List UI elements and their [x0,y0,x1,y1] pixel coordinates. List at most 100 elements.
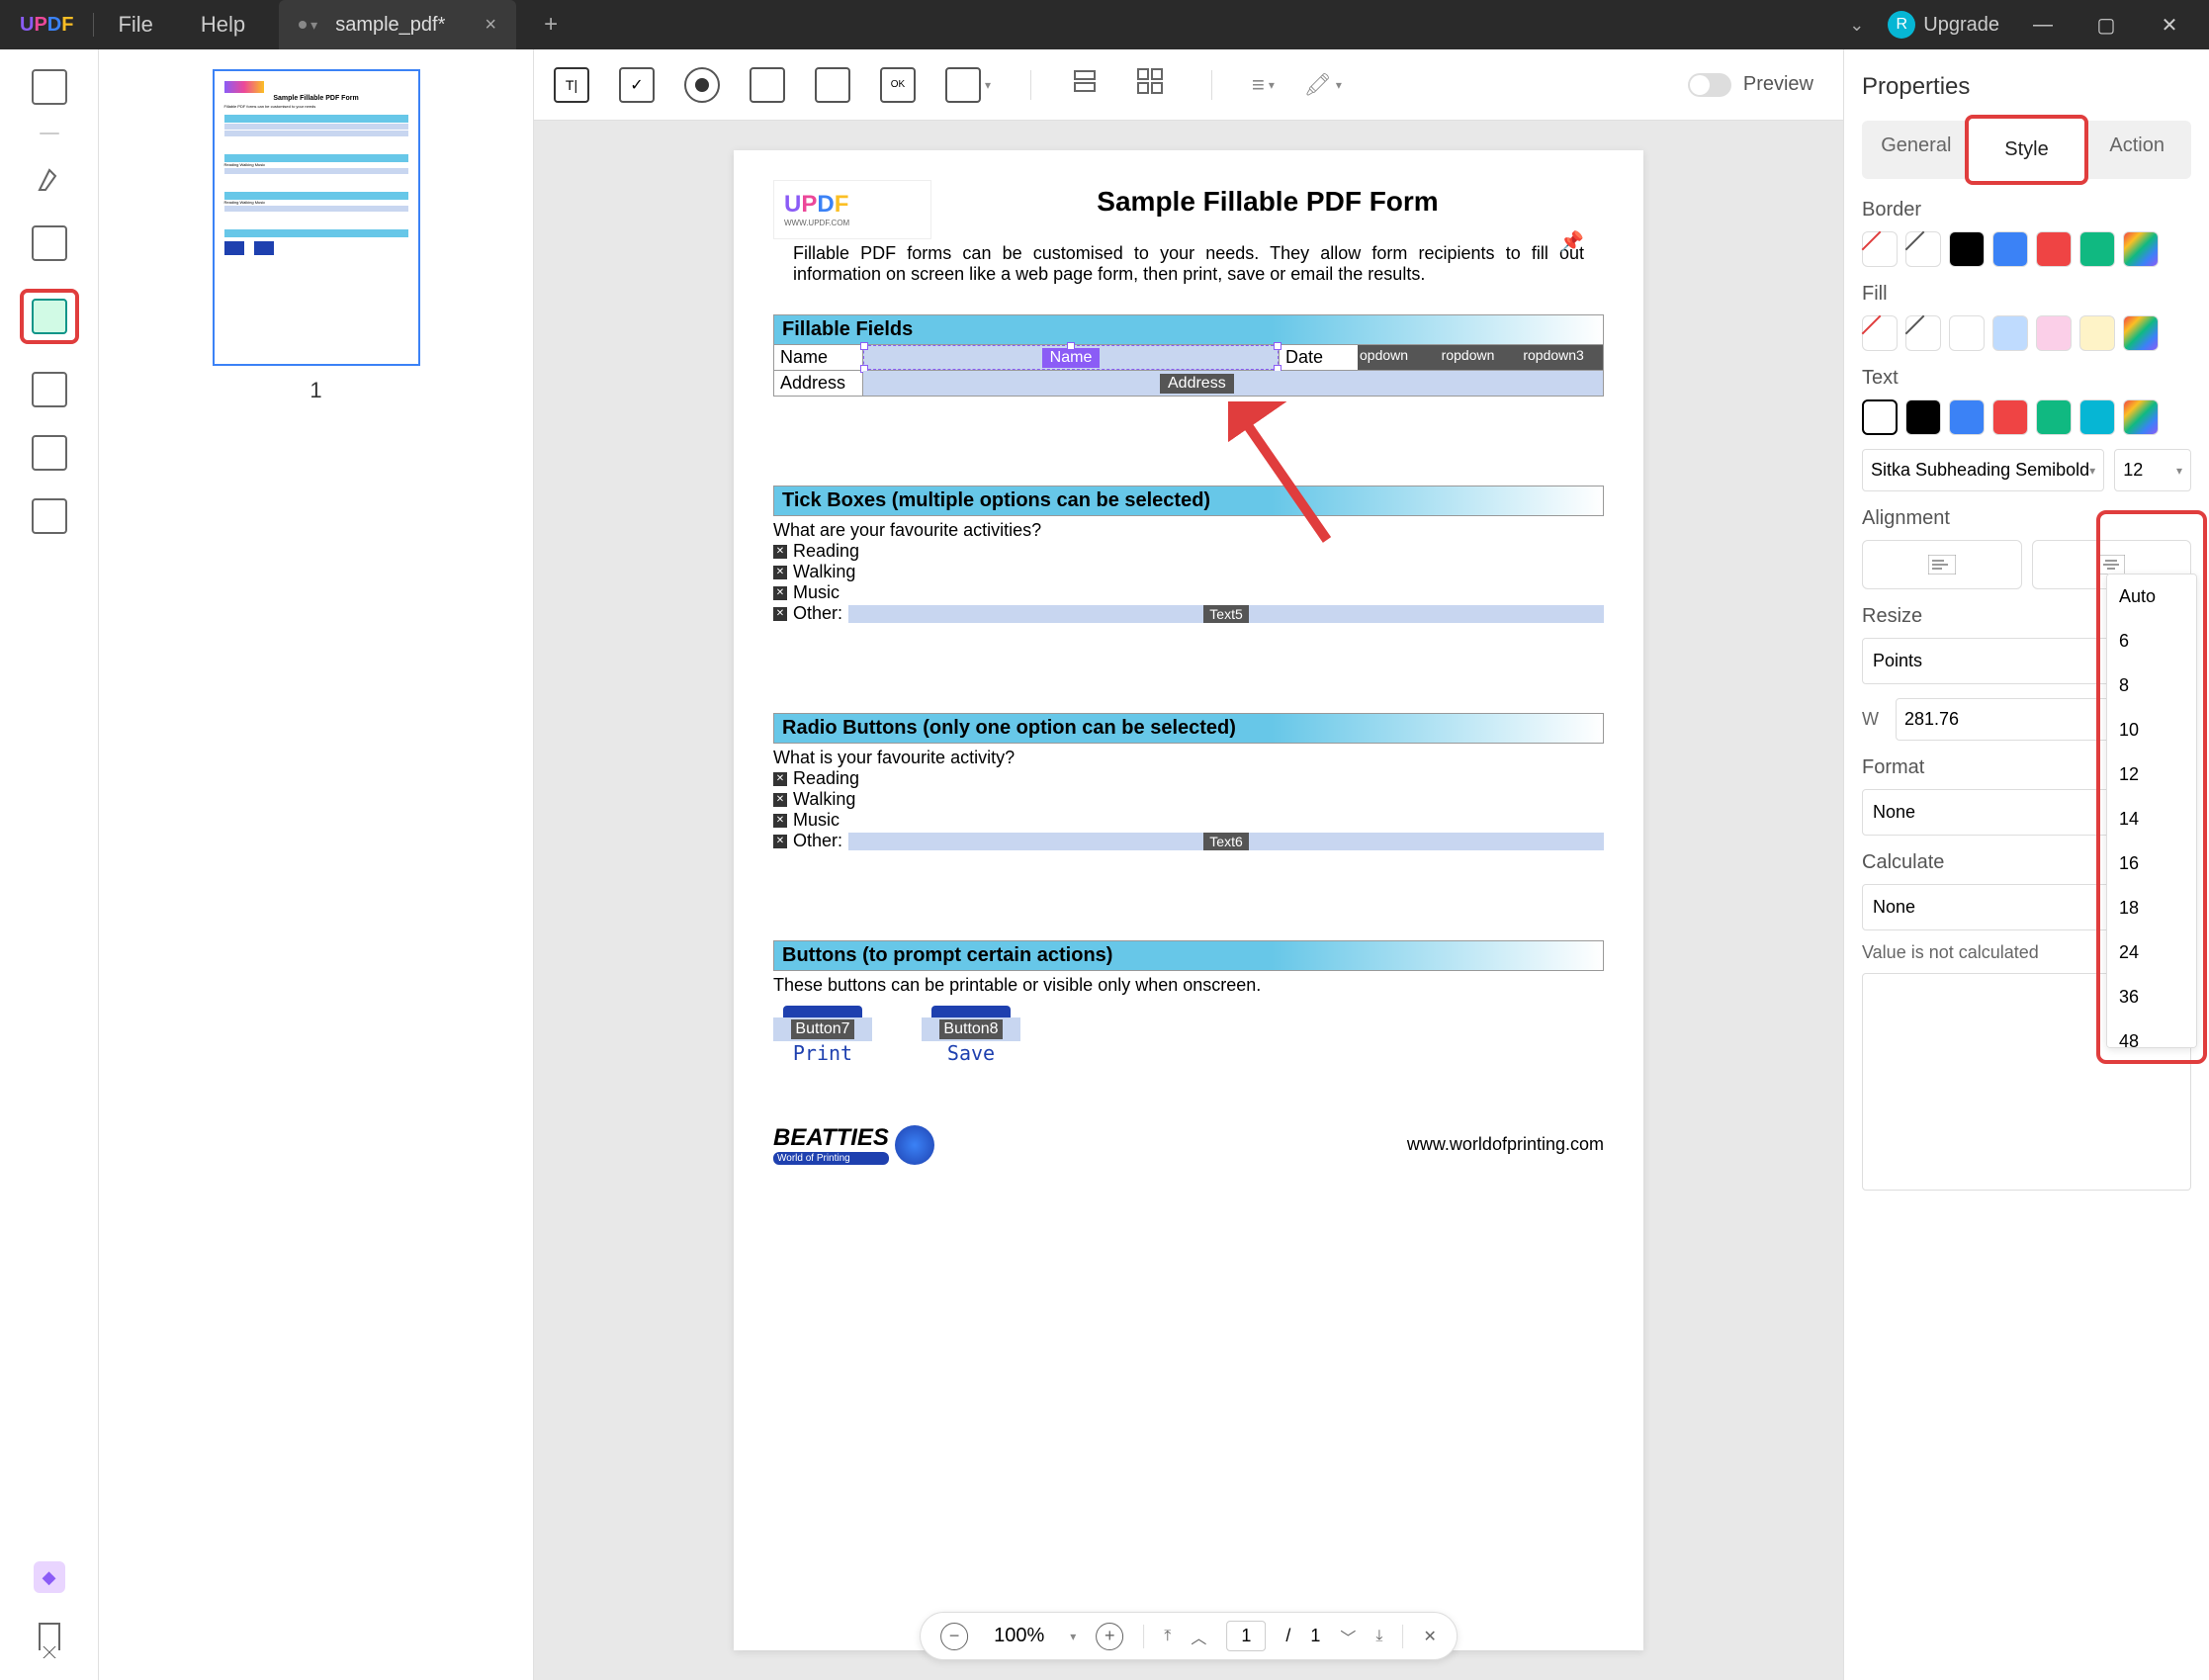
tab-style[interactable]: Style [1965,115,2089,185]
button-tool-icon[interactable]: OK [880,67,916,103]
menu-help[interactable]: Help [177,12,269,38]
size-option[interactable]: 6 [2107,619,2196,663]
radio-icon[interactable]: ✕ [773,814,787,828]
align-tool-icon[interactable]: ≡ [1252,72,1265,98]
size-option[interactable]: 14 [2107,797,2196,841]
rainbow-swatch[interactable] [2123,399,2159,435]
tab-general[interactable]: General [1862,121,1971,179]
organize-tool-icon[interactable] [32,372,67,407]
green-swatch[interactable] [2079,231,2115,267]
black-swatch[interactable] [1905,399,1941,435]
dropdown-tool-icon[interactable] [750,67,785,103]
close-bar-icon[interactable]: ✕ [1424,1627,1437,1646]
size-option[interactable]: 24 [2107,930,2196,975]
collapse-tabs-icon[interactable]: ⌄ [1849,15,1864,36]
highlight-tool-icon[interactable]: 🖍 [1304,72,1332,98]
address-field[interactable]: Address [863,371,1603,396]
align-left-button[interactable] [1862,540,2022,589]
lyellow-swatch[interactable] [2079,315,2115,351]
next-page-icon[interactable]: ﹀ [1340,1625,1356,1648]
last-page-icon[interactable]: ⤓ [1375,1628,1382,1645]
menu-file[interactable]: File [94,12,176,38]
radio-icon[interactable]: ✕ [773,793,787,807]
checkbox-tool-icon[interactable]: ✓ [619,67,655,103]
size-option[interactable]: 16 [2107,841,2196,886]
zoom-in-icon[interactable]: + [1096,1623,1123,1650]
size-option[interactable]: 36 [2107,975,2196,1019]
lblue-swatch[interactable] [1992,315,2028,351]
text-tool-icon[interactable] [32,69,67,105]
blue-swatch[interactable] [1949,399,1985,435]
grid-col-icon[interactable] [1136,67,1172,103]
document-tab[interactable]: ▾ sample_pdf* × [279,0,516,49]
single-col-icon[interactable] [1071,67,1106,103]
font-size-select[interactable]: 12 ▾ [2114,449,2191,491]
chevron-down-icon[interactable]: ▾ [1336,78,1342,92]
checkbox-icon[interactable]: ✕ [773,586,787,600]
name-field-selected[interactable]: Name [863,345,1279,370]
page-thumbnail[interactable]: Sample Fillable PDF Form Fillable PDF fo… [213,69,420,366]
save-button[interactable]: Button8 Save [922,1006,1020,1065]
layers-icon[interactable]: ◆ [34,1561,65,1593]
zoom-out-icon[interactable]: − [940,1623,968,1650]
tab-close-icon[interactable]: × [485,14,496,37]
chevron-down-icon[interactable]: ▾ [1269,78,1275,92]
checkbox-icon[interactable]: ✕ [773,566,787,579]
other-textfield[interactable]: Text6 [848,833,1604,850]
maximize-icon[interactable]: ▢ [2086,13,2126,38]
green-swatch[interactable] [2036,399,2072,435]
font-select[interactable]: Sitka Subheading Semibold ▾ [1862,449,2104,491]
chevron-down-icon[interactable]: ▾ [985,78,991,92]
black-swatch[interactable] [1949,231,1985,267]
no-color-swatch[interactable] [1862,231,1898,267]
radio-tool-icon[interactable] [684,67,720,103]
rainbow-swatch[interactable] [2123,315,2159,351]
checkbox-icon[interactable]: ✕ [773,545,787,559]
black-outline-swatch[interactable] [1862,399,1898,435]
other-textfield[interactable]: Text5 [848,605,1604,623]
white-fill-swatch[interactable] [1905,315,1941,351]
red-swatch[interactable] [1992,399,2028,435]
preview-toggle[interactable] [1688,73,1731,97]
size-option[interactable]: 10 [2107,708,2196,752]
tab-action[interactable]: Action [2082,121,2191,179]
pdf-page[interactable]: UPDF WWW.UPDF.COM Sample Fillable PDF Fo… [734,150,1643,1650]
upgrade-button[interactable]: R Upgrade [1888,11,1999,39]
page-input[interactable] [1226,1621,1266,1651]
rainbow-swatch[interactable] [2123,231,2159,267]
minimize-icon[interactable]: ― [2023,14,2063,37]
prev-page-icon[interactable]: ︿ [1191,1625,1206,1648]
textfield-tool-icon[interactable]: T| [554,67,589,103]
first-page-icon[interactable]: ⤒ [1164,1628,1171,1645]
checkbox-icon[interactable]: ✕ [773,607,787,621]
form-tool-icon[interactable] [32,225,67,261]
close-window-icon[interactable]: ✕ [2150,13,2189,38]
font-size-dropdown[interactable]: Auto681012141618243648 [2106,574,2197,1048]
no-fill-swatch[interactable] [1862,315,1898,351]
dropdown-fields[interactable]: opdown ropdown ropdown3 [1358,345,1603,370]
zoom-level[interactable]: 100% [988,1625,1050,1647]
red-swatch[interactable] [2036,231,2072,267]
size-option[interactable]: 8 [2107,663,2196,708]
pin-icon[interactable]: 📌 [1559,229,1584,254]
blue-swatch[interactable] [1992,231,2028,267]
size-option[interactable]: 48 [2107,1019,2196,1048]
lpink-swatch[interactable] [2036,315,2072,351]
print-button[interactable]: Button7 Print [773,1006,872,1065]
size-option[interactable]: Auto [2107,575,2196,619]
bookmark-icon[interactable] [39,1623,60,1650]
signature-tool-icon[interactable] [945,67,981,103]
radio-icon[interactable]: ✕ [773,835,787,848]
zoom-chevron-icon[interactable]: ▾ [1070,1630,1076,1643]
highlight-tool-icon[interactable] [32,162,67,198]
fields-tool-selected[interactable] [20,289,79,344]
white-swatch[interactable] [1949,315,1985,351]
crop-tool-icon[interactable] [32,435,67,471]
convert-tool-icon[interactable] [32,498,67,534]
size-option[interactable]: 18 [2107,886,2196,930]
size-option[interactable]: 12 [2107,752,2196,797]
tab-add-icon[interactable]: + [544,11,558,39]
white-swatch[interactable] [1905,231,1941,267]
radio-icon[interactable]: ✕ [773,772,787,786]
listbox-tool-icon[interactable] [815,67,850,103]
